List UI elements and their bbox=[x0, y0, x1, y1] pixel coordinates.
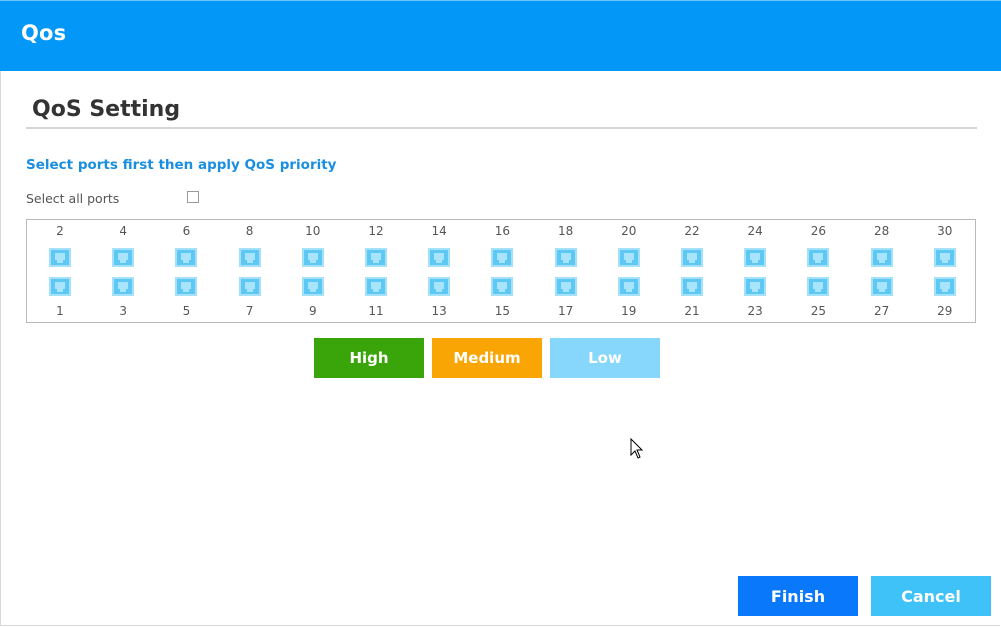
ethernet-port-icon[interactable] bbox=[238, 248, 261, 267]
port-number-label: 28 bbox=[873, 224, 890, 238]
port-number-label: 1 bbox=[56, 304, 64, 318]
instruction-text: Select ports first then apply QoS priori… bbox=[26, 157, 337, 173]
section-title: QoS Setting bbox=[32, 97, 181, 122]
ethernet-port-icon[interactable] bbox=[807, 277, 830, 296]
port-panel: 2 1 4 3 6 5 8 7 10 9 12 11 14 13 16 15 18 17 20 19 22 21 24 23 2… bbox=[26, 219, 976, 323]
ethernet-port-icon[interactable] bbox=[870, 277, 893, 296]
ethernet-port-icon[interactable] bbox=[428, 248, 451, 267]
section-divider bbox=[26, 127, 977, 129]
high-priority-button[interactable]: High bbox=[314, 338, 424, 378]
port-number-label: 2 bbox=[56, 224, 64, 238]
ethernet-port-icon[interactable] bbox=[681, 248, 703, 267]
ethernet-port-icon[interactable] bbox=[744, 277, 767, 296]
ethernet-port-icon[interactable] bbox=[744, 248, 767, 267]
ethernet-port-icon[interactable] bbox=[365, 248, 387, 267]
ethernet-port-icon[interactable] bbox=[617, 248, 640, 267]
mouse-pointer-icon bbox=[630, 438, 644, 459]
ethernet-port-icon[interactable] bbox=[617, 277, 640, 296]
port-number-label: 10 bbox=[305, 224, 321, 238]
ethernet-port-icon[interactable] bbox=[933, 277, 956, 296]
port-number-label: 18 bbox=[557, 224, 574, 238]
ethernet-port-icon[interactable] bbox=[175, 277, 198, 296]
port-number-label: 27 bbox=[873, 304, 890, 318]
port-number-label: 7 bbox=[245, 304, 254, 318]
port-number-label: 30 bbox=[937, 224, 953, 238]
port-number-label: 9 bbox=[308, 304, 317, 318]
port-number-label: 8 bbox=[245, 224, 254, 238]
select-all-checkbox[interactable] bbox=[187, 191, 199, 203]
port-number-label: 20 bbox=[621, 224, 637, 238]
ethernet-port-icon[interactable] bbox=[554, 277, 577, 296]
finish-button[interactable]: Finish bbox=[738, 576, 858, 616]
port-number-label: 3 bbox=[119, 304, 127, 318]
ethernet-port-icon[interactable] bbox=[238, 277, 261, 296]
ethernet-port-icon[interactable] bbox=[491, 248, 514, 267]
ethernet-port-icon[interactable] bbox=[301, 277, 324, 296]
ethernet-port-icon[interactable] bbox=[112, 277, 135, 296]
ethernet-port-icon[interactable] bbox=[428, 277, 451, 296]
port-number-label: 23 bbox=[747, 304, 763, 318]
ethernet-port-icon[interactable] bbox=[112, 248, 135, 267]
port-number-label: 19 bbox=[621, 304, 637, 318]
ethernet-port-icon[interactable] bbox=[365, 277, 387, 296]
ethernet-port-icon[interactable] bbox=[49, 277, 71, 296]
port-number-label: 24 bbox=[747, 224, 763, 238]
ethernet-port-icon[interactable] bbox=[807, 248, 830, 267]
ethernet-port-icon[interactable] bbox=[870, 248, 893, 267]
ethernet-port-icon[interactable] bbox=[681, 277, 703, 296]
select-all-label: Select all ports bbox=[26, 191, 120, 206]
low-priority-button[interactable]: Low bbox=[550, 338, 660, 378]
port-number-label: 29 bbox=[937, 304, 953, 318]
port-number-label: 5 bbox=[182, 304, 191, 318]
dialog-title: Qos bbox=[21, 21, 67, 45]
medium-priority-button[interactable]: Medium bbox=[432, 338, 542, 378]
ethernet-port-icon[interactable] bbox=[491, 277, 514, 296]
port-number-label: 16 bbox=[494, 224, 511, 238]
port-number-label: 26 bbox=[810, 224, 827, 238]
port-number-label: 25 bbox=[810, 304, 827, 318]
port-number-label: 4 bbox=[119, 224, 127, 238]
port-number-label: 13 bbox=[431, 304, 447, 318]
port-number-label: 17 bbox=[557, 304, 574, 318]
port-number-label: 21 bbox=[684, 304, 700, 318]
dialog-header: Qos bbox=[0, 0, 1001, 71]
ethernet-port-icon[interactable] bbox=[933, 248, 956, 267]
port-number-label: 15 bbox=[494, 304, 511, 318]
port-number-label: 11 bbox=[368, 304, 384, 318]
ethernet-port-icon[interactable] bbox=[554, 248, 577, 267]
port-number-label: 6 bbox=[182, 224, 191, 238]
ethernet-port-icon[interactable] bbox=[301, 248, 324, 267]
ethernet-port-icon[interactable] bbox=[175, 248, 198, 267]
port-number-label: 22 bbox=[684, 224, 700, 238]
port-number-label: 14 bbox=[431, 224, 447, 238]
port-number-label: 12 bbox=[368, 224, 384, 238]
cancel-button[interactable]: Cancel bbox=[871, 576, 991, 616]
ethernet-port-icon[interactable] bbox=[49, 248, 71, 267]
